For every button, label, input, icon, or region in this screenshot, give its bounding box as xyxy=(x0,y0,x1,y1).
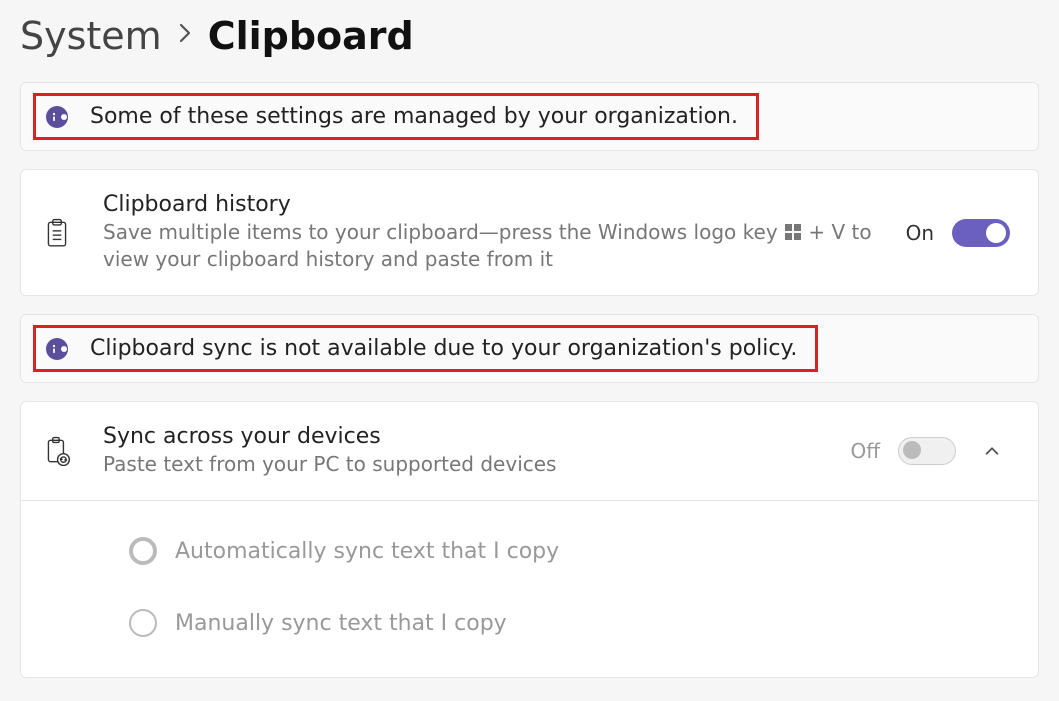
sync-row[interactable]: Sync across your devices Paste text from… xyxy=(21,402,1038,500)
info-icon xyxy=(46,106,68,128)
sync-unavailable-banner: Clipboard sync is not available due to y… xyxy=(20,314,1039,383)
sync-option-manual: Manually sync text that I copy xyxy=(129,609,1010,637)
org-managed-text: Some of these settings are managed by yo… xyxy=(90,104,738,129)
highlight-annotation: Clipboard sync is not available due to y… xyxy=(33,325,818,372)
sync-toggle xyxy=(898,437,956,465)
clipboard-history-title: Clipboard history xyxy=(103,192,906,217)
page-title: Clipboard xyxy=(208,14,414,58)
sync-state-label: Off xyxy=(850,439,880,463)
sync-card: Sync across your devices Paste text from… xyxy=(20,401,1039,678)
clipboard-sync-icon xyxy=(39,436,75,466)
breadcrumb-parent[interactable]: System xyxy=(20,14,162,58)
clipboard-history-desc: Save multiple items to your clipboard—pr… xyxy=(103,219,906,273)
sync-title: Sync across your devices xyxy=(103,424,850,449)
chevron-right-icon xyxy=(178,22,192,50)
sync-expand-chevron[interactable] xyxy=(974,442,1010,460)
sync-unavailable-text: Clipboard sync is not available due to y… xyxy=(90,336,797,361)
radio-icon xyxy=(129,609,157,637)
sync-option-manual-label: Manually sync text that I copy xyxy=(175,611,507,636)
info-icon xyxy=(46,338,68,360)
windows-key-icon xyxy=(785,224,801,240)
clipboard-history-row[interactable]: Clipboard history Save multiple items to… xyxy=(21,170,1038,295)
sync-option-auto: Automatically sync text that I copy xyxy=(129,537,1010,565)
clipboard-history-state-label: On xyxy=(906,221,934,245)
sync-desc: Paste text from your PC to supported dev… xyxy=(103,451,850,478)
highlight-annotation: Some of these settings are managed by yo… xyxy=(33,93,759,140)
radio-icon xyxy=(129,537,157,565)
clipboard-icon xyxy=(39,218,75,248)
clipboard-history-toggle[interactable] xyxy=(952,219,1010,247)
sync-option-auto-label: Automatically sync text that I copy xyxy=(175,539,559,564)
org-managed-banner: Some of these settings are managed by yo… xyxy=(20,82,1039,151)
sync-options-panel: Automatically sync text that I copy Manu… xyxy=(20,501,1039,678)
clipboard-history-card: Clipboard history Save multiple items to… xyxy=(20,169,1039,296)
breadcrumb: System Clipboard xyxy=(20,0,1039,82)
